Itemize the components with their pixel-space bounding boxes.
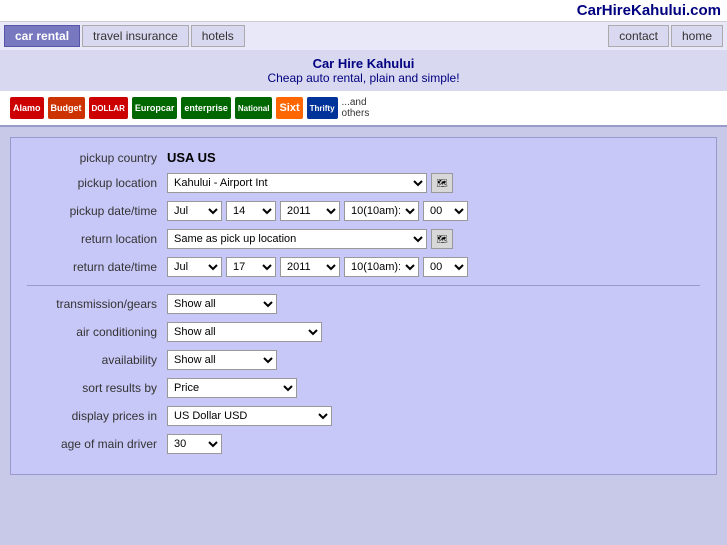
nav-home[interactable]: home — [671, 25, 723, 47]
pickup-datetime-label: pickup date/time — [27, 204, 167, 218]
return-location-row: return location Same as pick up location… — [27, 229, 700, 249]
availability-value: Show all — [167, 350, 700, 370]
availability-label: availability — [27, 353, 167, 367]
pickup-month-select[interactable]: Jul — [167, 201, 222, 221]
nav-hotels[interactable]: hotels — [191, 25, 245, 47]
sort-results-value: Price — [167, 378, 700, 398]
brand-alamo: Alamo — [10, 97, 44, 119]
nav-right-group: contact home — [608, 25, 723, 47]
display-prices-value: US Dollar USD — [167, 406, 700, 426]
brand-budget: Budget — [48, 97, 85, 119]
nav-car-rental[interactable]: car rental — [4, 25, 80, 47]
pickup-location-value: Kahului - Airport Int 🗺 — [167, 173, 700, 193]
page-title: Car Hire Kahului — [6, 56, 721, 71]
pickup-location-select[interactable]: Kahului - Airport Int — [167, 173, 427, 193]
pickup-country-row: pickup country USA US — [27, 150, 700, 165]
top-bar: CarHireKahului.com — [0, 0, 727, 22]
age-label: age of main driver — [27, 437, 167, 451]
brand-europcar: Europcar — [132, 97, 178, 119]
return-datetime-row: return date/time Jul 17 2011 10(10am): 0… — [27, 257, 700, 277]
pickup-location-row: pickup location Kahului - Airport Int 🗺 — [27, 173, 700, 193]
age-select[interactable]: 30 — [167, 434, 222, 454]
nav-travel-insurance[interactable]: travel insurance — [82, 25, 189, 47]
sort-results-label: sort results by — [27, 381, 167, 395]
brand-thrifty: Thrifty — [307, 97, 338, 119]
air-conditioning-label: air conditioning — [27, 325, 167, 339]
return-location-value: Same as pick up location 🗺 — [167, 229, 700, 249]
site-title: CarHireKahului.com — [577, 2, 721, 19]
currency-select[interactable]: US Dollar USD — [167, 406, 332, 426]
age-value: 30 — [167, 434, 700, 454]
return-hour-select[interactable]: 10(10am): — [344, 257, 419, 277]
transmission-row: transmission/gears Show all — [27, 294, 700, 314]
pickup-country-value: USA US — [167, 150, 700, 165]
availability-select[interactable]: Show all — [167, 350, 277, 370]
transmission-select[interactable]: Show all — [167, 294, 277, 314]
pickup-year-select[interactable]: 2011 — [280, 201, 340, 221]
display-prices-row: display prices in US Dollar USD — [27, 406, 700, 426]
brands-bar: Alamo Budget DOLLAR Europcar enterprise … — [0, 91, 727, 127]
page-subtitle: Cheap auto rental, plain and simple! — [6, 71, 721, 85]
return-year-select[interactable]: 2011 — [280, 257, 340, 277]
pickup-hour-select[interactable]: 10(10am): — [344, 201, 419, 221]
pickup-min-select[interactable]: 00 — [423, 201, 468, 221]
return-min-select[interactable]: 00 — [423, 257, 468, 277]
nav-contact[interactable]: contact — [608, 25, 669, 47]
sort-results-row: sort results by Price — [27, 378, 700, 398]
nav-bar: car rental travel insurance hotels conta… — [0, 22, 727, 50]
transmission-label: transmission/gears — [27, 297, 167, 311]
header-section: Car Hire Kahului Cheap auto rental, plai… — [0, 50, 727, 91]
pickup-country-label: pickup country — [27, 151, 167, 165]
pickup-datetime-value: Jul 14 2011 10(10am): 00 — [167, 201, 700, 221]
brand-enterprise: enterprise — [181, 97, 231, 119]
return-location-select[interactable]: Same as pick up location — [167, 229, 427, 249]
pickup-datetime-row: pickup date/time Jul 14 2011 10(10am): 0… — [27, 201, 700, 221]
pickup-map-button[interactable]: 🗺 — [431, 173, 453, 193]
availability-row: availability Show all — [27, 350, 700, 370]
return-month-select[interactable]: Jul — [167, 257, 222, 277]
pickup-day-select[interactable]: 14 — [226, 201, 276, 221]
transmission-value: Show all — [167, 294, 700, 314]
display-prices-label: display prices in — [27, 409, 167, 423]
brand-others: ...andothers — [342, 97, 370, 119]
age-row: age of main driver 30 — [27, 434, 700, 454]
pickup-location-label: pickup location — [27, 176, 167, 190]
brand-dollar: DOLLAR — [89, 97, 128, 119]
search-form: pickup country USA US pickup location Ka… — [10, 137, 717, 475]
air-conditioning-value: Show all — [167, 322, 700, 342]
air-conditioning-select[interactable]: Show all — [167, 322, 322, 342]
country-text: USA US — [167, 150, 216, 165]
return-location-label: return location — [27, 232, 167, 246]
return-map-button[interactable]: 🗺 — [431, 229, 453, 249]
brand-sixt: Sixt — [276, 97, 302, 119]
sort-select[interactable]: Price — [167, 378, 297, 398]
form-divider — [27, 285, 700, 286]
return-datetime-label: return date/time — [27, 260, 167, 274]
air-conditioning-row: air conditioning Show all — [27, 322, 700, 342]
main-form-container: pickup country USA US pickup location Ka… — [0, 127, 727, 485]
brand-national: National — [235, 97, 273, 119]
return-datetime-value: Jul 17 2011 10(10am): 00 — [167, 257, 700, 277]
return-day-select[interactable]: 17 — [226, 257, 276, 277]
